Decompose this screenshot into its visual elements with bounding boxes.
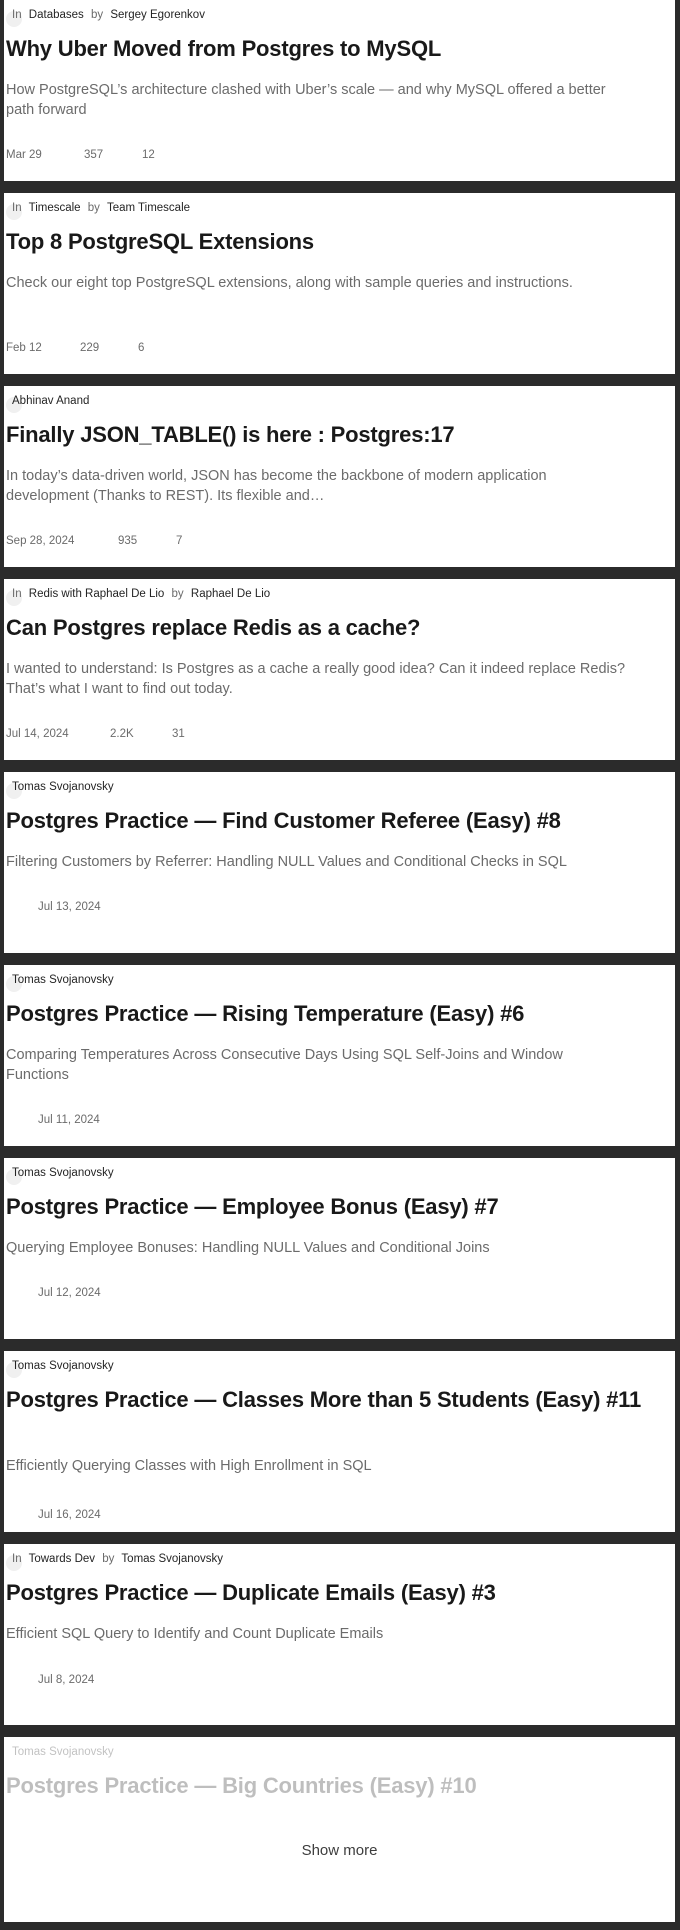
article-byline: In Timescale by Team Timescale bbox=[6, 200, 194, 220]
publish-date: Mar 29 bbox=[6, 149, 42, 161]
publish-date: Jul 13, 2024 bbox=[38, 901, 101, 913]
publish-date: Feb 12 bbox=[6, 342, 42, 354]
response-count[interactable]: 31 bbox=[172, 727, 185, 741]
article-subtitle[interactable]: Querying Employee Bonuses: Handling NULL… bbox=[6, 1238, 626, 1258]
clap-count[interactable]: 229 bbox=[80, 341, 99, 355]
clap-count[interactable]: 2.2K bbox=[110, 727, 134, 741]
article-byline: Tomas Svojanovsky bbox=[6, 1358, 118, 1378]
author-link[interactable]: Tomas Svojanovsky bbox=[12, 1360, 114, 1372]
publication-link[interactable]: Timescale bbox=[29, 202, 81, 214]
article-byline: In Towards Dev by Tomas Svojanovsky bbox=[6, 1551, 227, 1571]
publish-date: Jul 11, 2024 bbox=[38, 1114, 100, 1126]
publication-link[interactable]: Redis with Raphael De Lio bbox=[29, 588, 165, 600]
article-byline: Tomas Svojanovsky bbox=[6, 779, 118, 799]
publish-date: Jul 16, 2024 bbox=[38, 1509, 101, 1521]
publication-link[interactable]: Databases bbox=[29, 9, 84, 21]
author-link[interactable]: Tomas Svojanovsky bbox=[12, 1167, 114, 1179]
article-title[interactable]: Postgres Practice — Duplicate Emails (Ea… bbox=[6, 1579, 646, 1606]
clap-count[interactable]: 935 bbox=[118, 534, 137, 548]
author-link[interactable]: Tomas Svojanovsky bbox=[12, 974, 114, 986]
by-prefix: by bbox=[87, 202, 100, 214]
author-link[interactable]: Sergey Egorenkov bbox=[110, 9, 205, 21]
article-byline: In Databases by Sergey Egorenkov bbox=[6, 7, 209, 27]
article-card[interactable]: In Databases by Sergey Egorenkov Why Ube… bbox=[4, 0, 675, 181]
article-title[interactable]: Postgres Practice — Classes More than 5 … bbox=[6, 1386, 646, 1413]
publish-date: Jul 12, 2024 bbox=[38, 1287, 101, 1299]
in-prefix: In bbox=[12, 9, 22, 21]
publication-link[interactable]: Towards Dev bbox=[29, 1553, 95, 1565]
article-card[interactable]: In Towards Dev by Tomas Svojanovsky Post… bbox=[4, 1544, 675, 1725]
article-title[interactable]: Can Postgres replace Redis as a cache? bbox=[6, 614, 646, 641]
by-prefix: by bbox=[102, 1553, 115, 1565]
article-title[interactable]: Postgres Practice — Employee Bonus (Easy… bbox=[6, 1193, 646, 1220]
article-card[interactable]: Tomas Svojanovsky Postgres Practice — Fi… bbox=[4, 772, 675, 953]
show-more-button[interactable]: Show more bbox=[4, 1842, 675, 1859]
by-prefix: by bbox=[90, 9, 104, 21]
author-link[interactable]: Abhinav Anand bbox=[12, 395, 89, 407]
article-subtitle[interactable]: How PostgreSQL’s architecture clashed wi… bbox=[6, 80, 626, 120]
article-card[interactable]: In Timescale by Team Timescale Top 8 Pos… bbox=[4, 193, 675, 374]
article-subtitle[interactable]: In today’s data-driven world, JSON has b… bbox=[6, 466, 626, 506]
article-title[interactable]: Finally JSON_TABLE() is here : Postgres:… bbox=[6, 421, 646, 448]
article-byline: Abhinav Anand bbox=[6, 393, 93, 413]
article-card[interactable]: Tomas Svojanovsky Postgres Practice — Ri… bbox=[4, 965, 675, 1146]
publish-date: Jul 8, 2024 bbox=[38, 1674, 95, 1686]
article-title[interactable]: Postgres Practice — Big Countries (Easy)… bbox=[6, 1772, 646, 1799]
article-title[interactable]: Postgres Practice — Rising Temperature (… bbox=[6, 1000, 646, 1027]
article-byline: Tomas Svojanovsky bbox=[6, 1165, 118, 1185]
article-subtitle[interactable]: I wanted to understand: Is Postgres as a… bbox=[6, 659, 626, 699]
article-card[interactable]: Abhinav Anand Finally JSON_TABLE() is he… bbox=[4, 386, 675, 567]
article-subtitle[interactable]: Check our eight top PostgreSQL extension… bbox=[6, 273, 626, 293]
article-subtitle[interactable]: Efficient SQL Query to Identify and Coun… bbox=[6, 1624, 626, 1644]
author-link[interactable]: Team Timescale bbox=[107, 202, 190, 214]
publish-date: Sep 28, 2024 bbox=[6, 535, 75, 547]
clap-count[interactable]: 357 bbox=[84, 148, 103, 162]
response-count[interactable]: 12 bbox=[142, 148, 155, 162]
article-card-faded[interactable]: Tomas Svojanovsky Postgres Practice — Bi… bbox=[4, 1737, 675, 1922]
by-prefix: by bbox=[171, 588, 184, 600]
response-count[interactable]: 7 bbox=[176, 534, 182, 548]
article-byline: Tomas Svojanovsky bbox=[6, 972, 118, 992]
article-byline: Tomas Svojanovsky bbox=[12, 1744, 118, 1760]
author-link[interactable]: Raphael De Lio bbox=[191, 588, 270, 600]
article-subtitle[interactable]: Comparing Temperatures Across Consecutiv… bbox=[6, 1045, 626, 1085]
in-prefix: In bbox=[12, 588, 22, 600]
response-count[interactable]: 6 bbox=[138, 341, 144, 355]
article-subtitle[interactable]: Efficiently Querying Classes with High E… bbox=[6, 1456, 626, 1476]
in-prefix: In bbox=[12, 1553, 22, 1565]
article-title[interactable]: Why Uber Moved from Postgres to MySQL bbox=[6, 35, 646, 62]
article-byline: In Redis with Raphael De Lio by Raphael … bbox=[6, 586, 274, 606]
article-title[interactable]: Postgres Practice — Find Customer Refere… bbox=[6, 807, 646, 834]
article-title[interactable]: Top 8 PostgreSQL Extensions bbox=[6, 228, 646, 255]
in-prefix: In bbox=[12, 202, 22, 214]
publish-date: Jul 14, 2024 bbox=[6, 728, 69, 740]
article-card[interactable]: Tomas Svojanovsky Postgres Practice — Em… bbox=[4, 1158, 675, 1339]
article-card[interactable]: Tomas Svojanovsky Postgres Practice — Cl… bbox=[4, 1351, 675, 1532]
article-subtitle[interactable]: Filtering Customers by Referrer: Handlin… bbox=[6, 852, 626, 872]
article-feed: In Databases by Sergey Egorenkov Why Ube… bbox=[0, 0, 680, 1930]
article-card[interactable]: In Redis with Raphael De Lio by Raphael … bbox=[4, 579, 675, 760]
author-link[interactable]: Tomas Svojanovsky bbox=[12, 1746, 114, 1758]
author-link[interactable]: Tomas Svojanovsky bbox=[12, 781, 114, 793]
author-link[interactable]: Tomas Svojanovsky bbox=[121, 1553, 223, 1565]
